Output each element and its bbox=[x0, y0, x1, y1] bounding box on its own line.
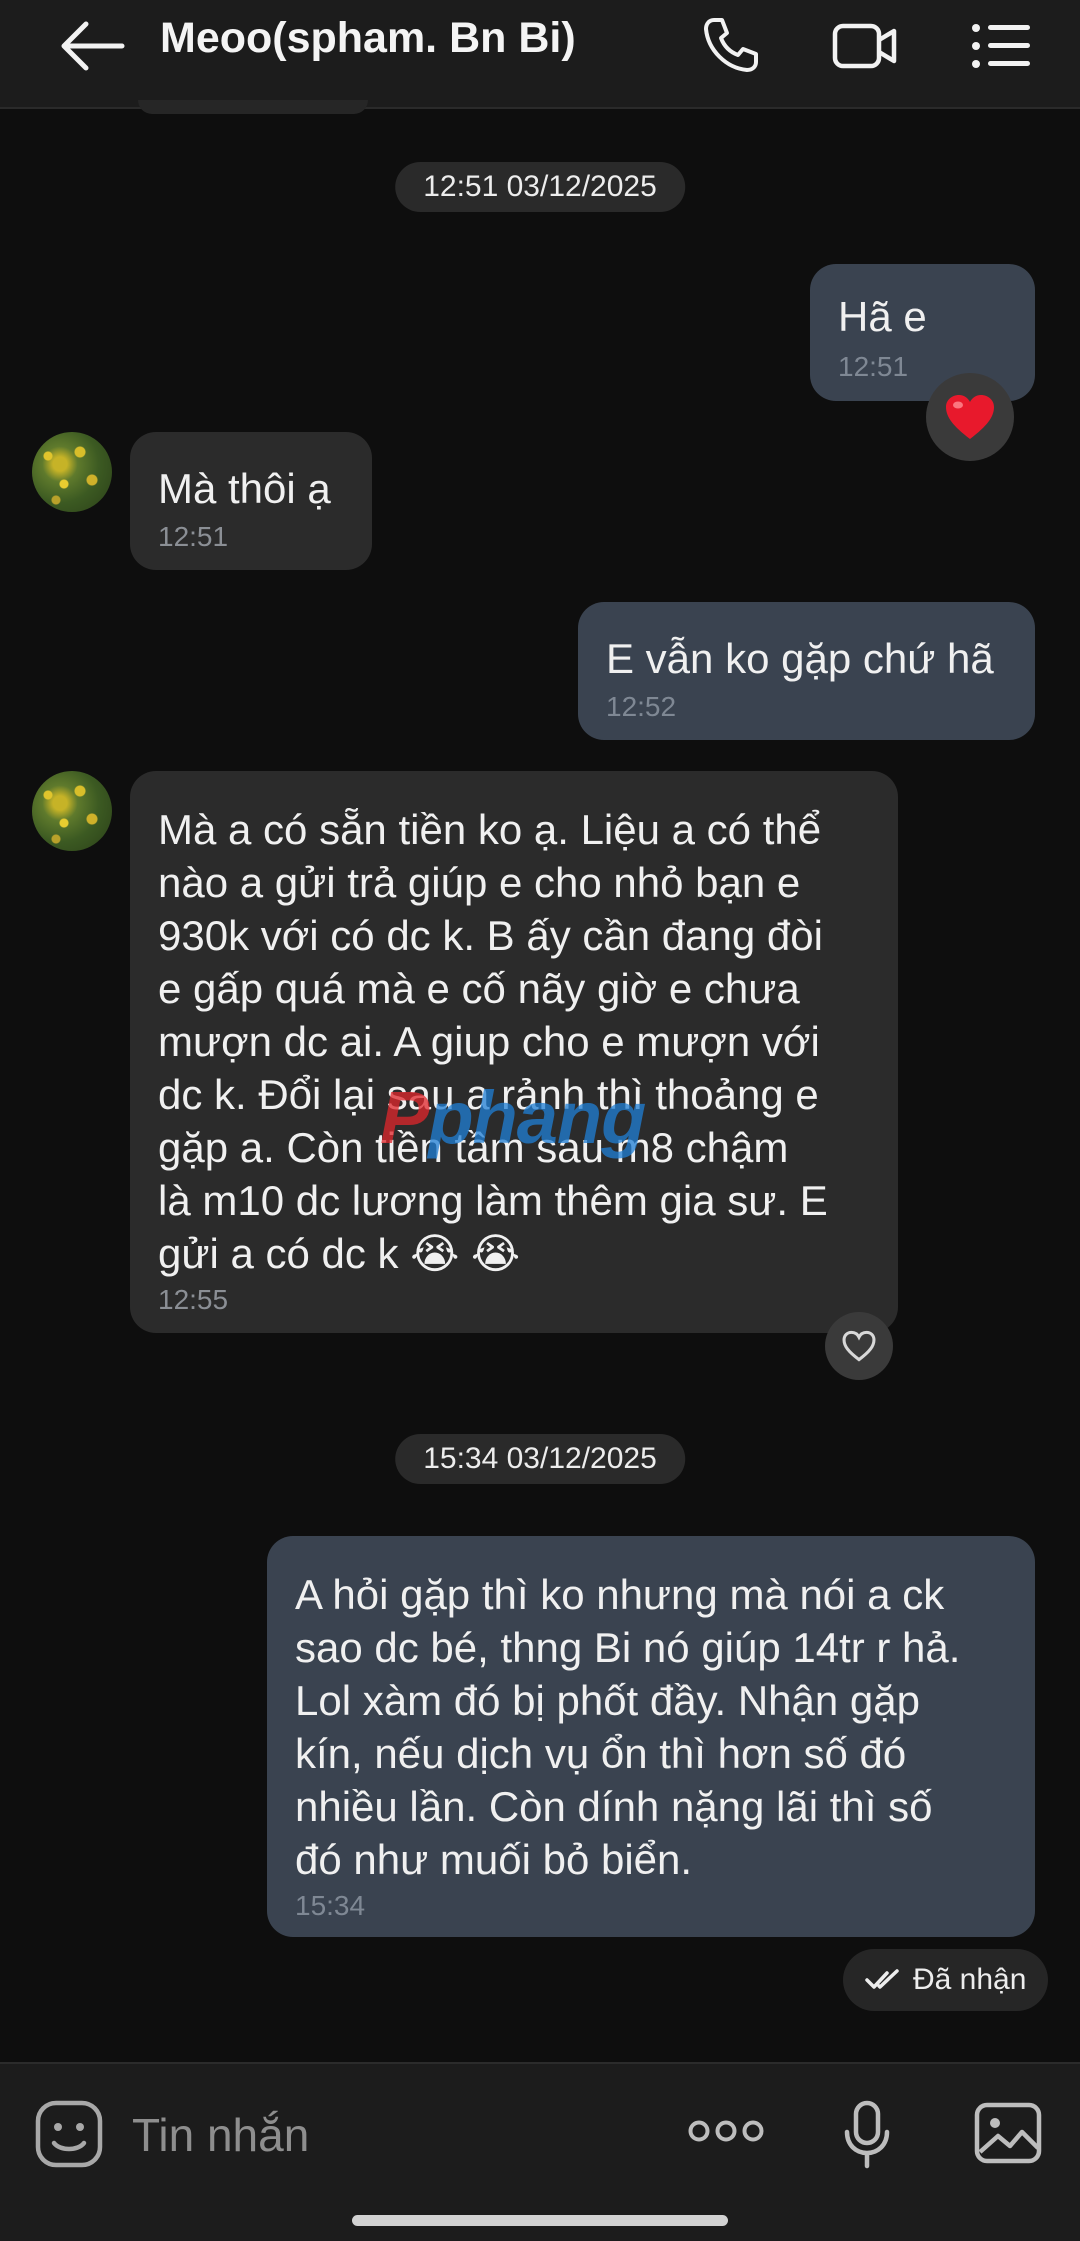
message-bubble-outgoing[interactable]: A hỏi gặp thì ko nhưng mà nói a ck sao d… bbox=[267, 1536, 1035, 1937]
message-time: 15:34 bbox=[295, 1890, 366, 1921]
heart-reaction-icon bbox=[946, 395, 994, 439]
contact-avatar[interactable] bbox=[32, 771, 112, 851]
message-bubble-incoming[interactable]: Mà thôi ạ 12:51 bbox=[130, 432, 372, 570]
more-options-icon[interactable] bbox=[688, 2116, 764, 2146]
message-text: Mà a có sẵn tiền ko ạ. Liệu a có thể nào… bbox=[158, 806, 828, 1277]
message-text: Hã e bbox=[838, 293, 927, 340]
previous-message-edge bbox=[138, 100, 368, 114]
image-gallery-icon[interactable] bbox=[974, 2102, 1042, 2164]
message-text: Mà thôi ạ bbox=[158, 465, 331, 512]
heart-outline-icon bbox=[842, 1330, 876, 1362]
video-call-icon[interactable] bbox=[832, 20, 898, 72]
add-reaction-button[interactable] bbox=[825, 1312, 893, 1380]
message-time: 12:52 bbox=[606, 691, 677, 722]
double-check-icon bbox=[865, 1969, 899, 1989]
message-text: A hỏi gặp thì ko nhưng mà nói a ck sao d… bbox=[295, 1571, 961, 1883]
contact-name[interactable]: Meoo(spham. Bn Bi) bbox=[160, 14, 576, 63]
message-input[interactable] bbox=[130, 2094, 654, 2176]
home-indicator[interactable] bbox=[352, 2215, 728, 2226]
message-bubble-incoming[interactable]: Mà a có sẵn tiền ko ạ. Liệu a có thể nào… bbox=[130, 771, 898, 1333]
time-separator: 12:51 03/12/2025 bbox=[395, 162, 685, 212]
microphone-icon[interactable] bbox=[842, 2100, 892, 2170]
time-separator: 15:34 03/12/2025 bbox=[395, 1434, 685, 1484]
message-bubble-outgoing[interactable]: Hã e 12:51 bbox=[810, 264, 1035, 401]
chat-header: Meoo(spham. Bn Bi) bbox=[0, 0, 1080, 109]
message-time: 12:51 bbox=[158, 521, 229, 552]
phone-call-icon[interactable] bbox=[700, 14, 762, 76]
message-bubble-outgoing[interactable]: E vẫn ko gặp chứ hã 12:52 bbox=[578, 602, 1035, 740]
delivery-status: Đã nhận bbox=[843, 1949, 1049, 2011]
reaction-badge[interactable] bbox=[926, 373, 1014, 461]
message-time: 12:55 bbox=[158, 1284, 229, 1315]
menu-list-icon[interactable] bbox=[970, 20, 1032, 72]
back-arrow-icon[interactable] bbox=[58, 16, 128, 76]
delivery-status-label: Đã nhận bbox=[913, 1963, 1027, 1996]
emoji-sticker-icon[interactable] bbox=[34, 2099, 104, 2169]
contact-avatar[interactable] bbox=[32, 432, 112, 512]
message-text: E vẫn ko gặp chứ hã bbox=[606, 635, 994, 682]
